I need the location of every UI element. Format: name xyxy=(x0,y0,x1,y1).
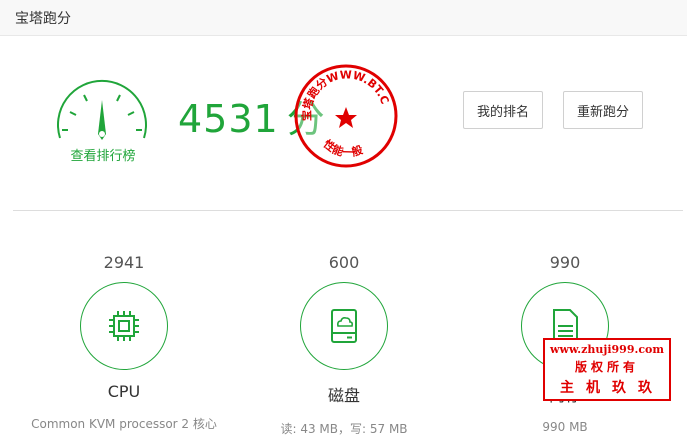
memory-score: 990 xyxy=(549,253,581,272)
cpu-score: 2941 xyxy=(103,253,145,272)
disk-desc: 读: 43 MB，写: 57 MB xyxy=(280,422,408,436)
section-divider xyxy=(13,210,683,211)
performance-seal-stamp: 宝塔跑分WWW.BT.CN 性能一般 xyxy=(293,63,398,168)
rank-list-link[interactable]: 查看排行榜 xyxy=(53,145,153,164)
watermark-brand: 主机玖玖 xyxy=(560,380,664,396)
window-titlebar: 宝塔跑分 xyxy=(0,0,687,36)
disk-drive-icon xyxy=(331,309,357,343)
cpu-label: CPU xyxy=(107,382,141,401)
cpu-icon-circle xyxy=(80,282,168,370)
disk-label: 磁盘 xyxy=(327,386,360,405)
disk-icon-circle xyxy=(300,282,388,370)
my-rank-button[interactable]: 我的排名 xyxy=(463,91,543,129)
stat-disk: 600 磁盘 读: 43 MB，写: 57 MB xyxy=(244,253,444,437)
watermark-rights: 版权所有 xyxy=(574,360,639,374)
stat-cpu: 2941 CPU Common KVM processor 2 核心 xyxy=(24,253,224,432)
memory-desc: 990 MB xyxy=(542,420,588,434)
cpu-desc: Common KVM processor 2 核心 xyxy=(31,417,217,431)
copyright-watermark: www.zhuji999.com 版权所有 主机玖玖 xyxy=(543,338,671,401)
watermark-url: www.zhuji999.com xyxy=(550,343,664,356)
disk-score: 600 xyxy=(328,253,360,272)
window-title: 宝塔跑分 xyxy=(15,11,71,27)
retest-button[interactable]: 重新跑分 xyxy=(563,91,643,129)
score-value: 4531 xyxy=(178,97,279,141)
cpu-chip-icon xyxy=(109,311,139,341)
